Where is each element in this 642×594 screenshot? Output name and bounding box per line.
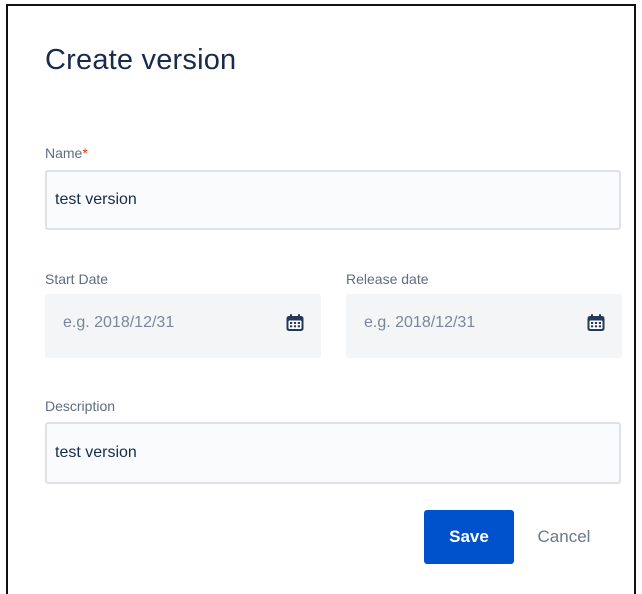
required-marker: * bbox=[82, 145, 88, 161]
release-date-picker[interactable]: e.g. 2018/12/31 bbox=[346, 294, 622, 358]
start-date-placeholder: e.g. 2018/12/31 bbox=[63, 314, 175, 331]
start-date-picker[interactable]: e.g. 2018/12/31 bbox=[45, 294, 321, 358]
calendar-icon[interactable] bbox=[586, 313, 606, 333]
calendar-icon[interactable] bbox=[285, 313, 305, 333]
name-label-text: Name bbox=[45, 145, 83, 161]
release-date-placeholder: e.g. 2018/12/31 bbox=[364, 314, 476, 331]
dialog-title: Create version bbox=[45, 44, 237, 76]
description-label: Description bbox=[45, 398, 116, 414]
create-version-dialog: Create version Name* Start Date e.g. 201… bbox=[6, 4, 636, 594]
start-date-label: Start Date bbox=[45, 271, 109, 287]
cancel-button[interactable]: Cancel bbox=[524, 510, 604, 564]
name-label: Name* bbox=[45, 145, 88, 161]
name-input[interactable] bbox=[45, 170, 621, 230]
description-input[interactable] bbox=[45, 422, 621, 484]
save-button[interactable]: Save bbox=[424, 510, 514, 564]
release-date-label: Release date bbox=[346, 271, 429, 287]
